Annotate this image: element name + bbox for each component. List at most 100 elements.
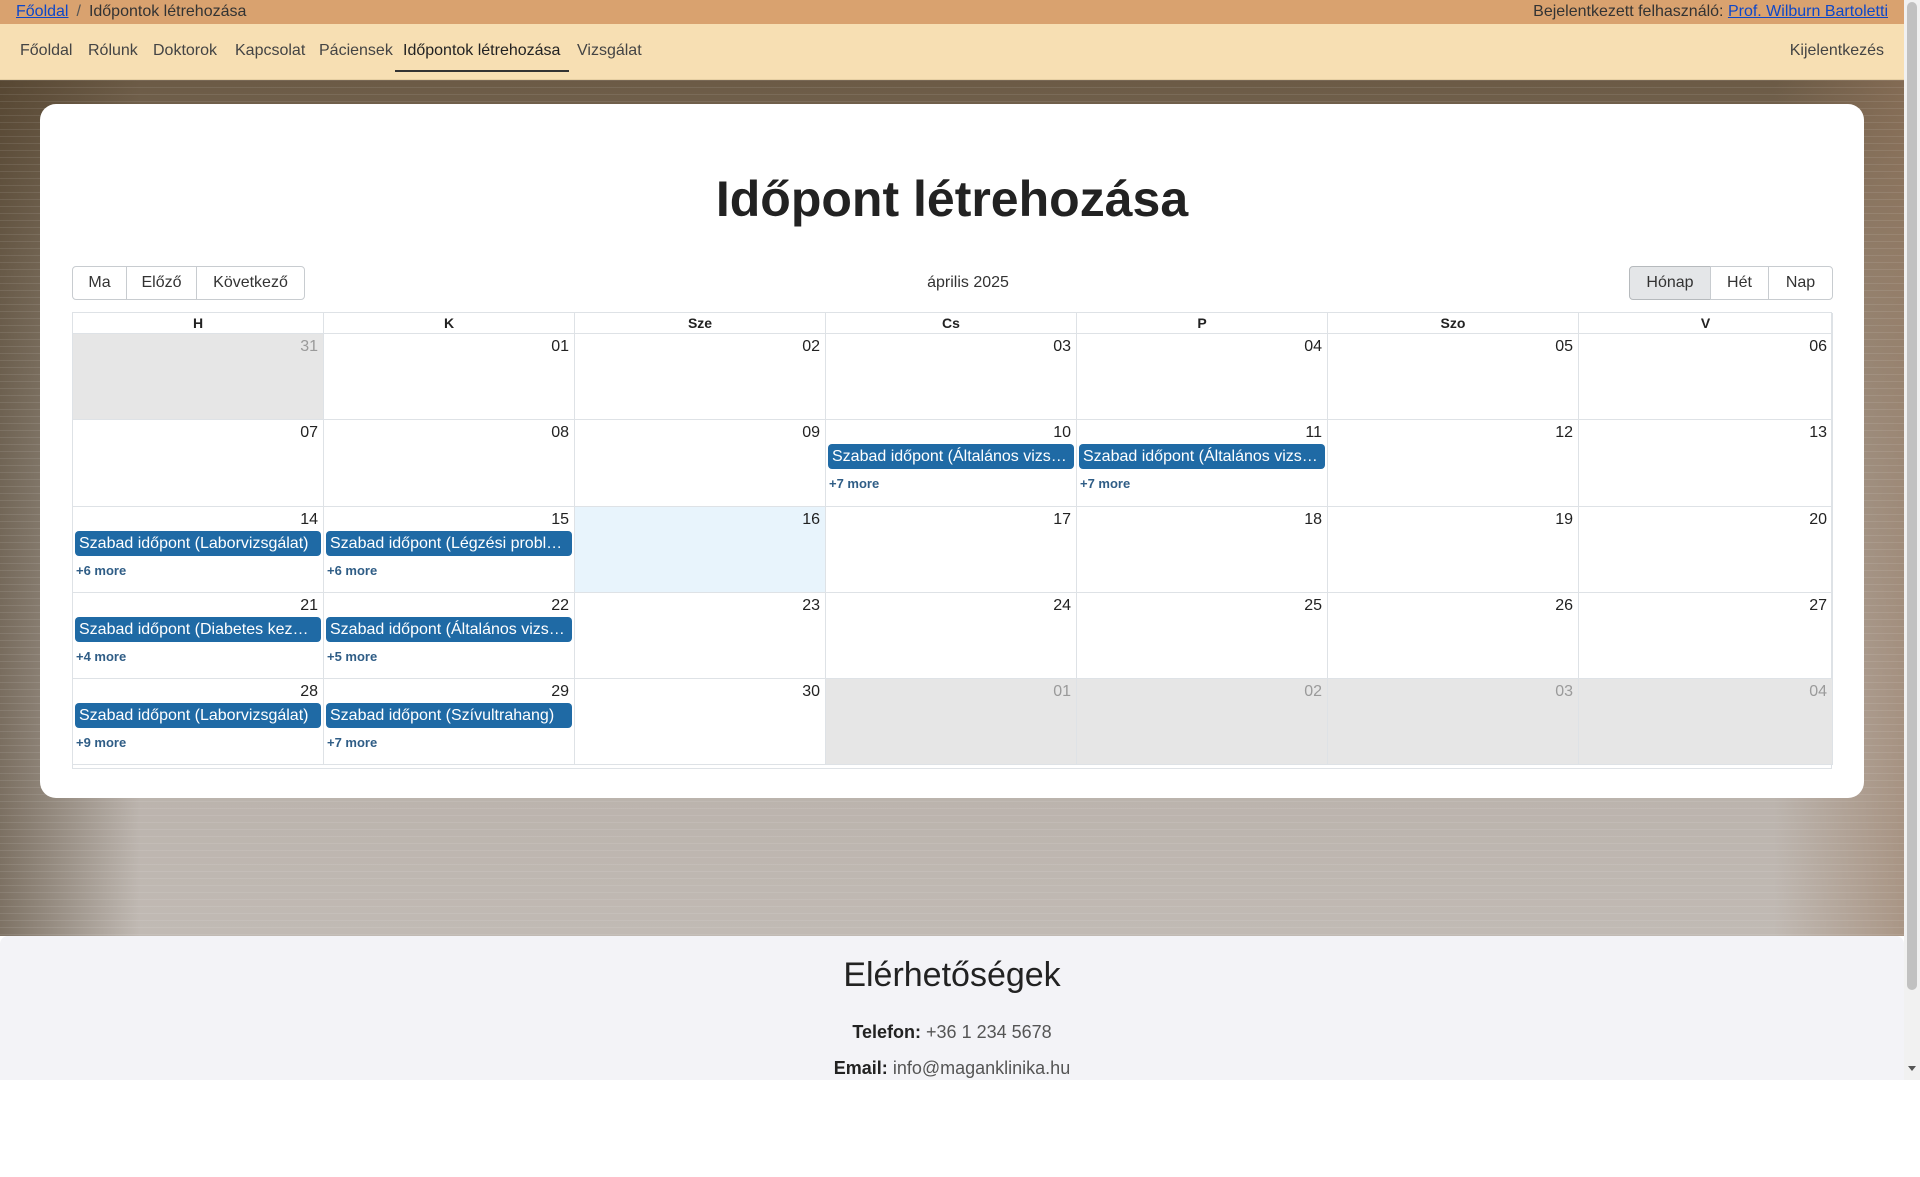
calendar-day-cell[interactable]: 30 — [575, 679, 826, 765]
calendar-event[interactable]: Szabad időpont (Általános vizsgálat) — [326, 617, 572, 642]
day-number[interactable]: 05 — [1555, 338, 1573, 356]
day-number[interactable]: 12 — [1555, 424, 1573, 442]
nav-item-idopontok[interactable]: Időpontok létrehozása — [403, 42, 560, 60]
scrollbar-thumb[interactable] — [1907, 2, 1917, 990]
day-number[interactable]: 18 — [1304, 511, 1322, 529]
day-number[interactable]: 20 — [1809, 511, 1827, 529]
day-number[interactable]: 09 — [802, 424, 820, 442]
more-events-link[interactable]: +7 more — [1080, 476, 1130, 491]
nav-item-vizsgalat[interactable]: Vizsgálat — [577, 42, 642, 60]
calendar-day-cell[interactable]: 21 Szabad időpont (Diabetes kezelés) +4 mo… — [73, 593, 324, 679]
page-scrollbar[interactable] — [1904, 0, 1920, 1080]
logout-link[interactable]: Kijelentkezés — [1790, 42, 1884, 60]
day-number[interactable]: 15 — [551, 511, 569, 529]
more-events-link[interactable]: +6 more — [327, 563, 377, 578]
calendar-event[interactable]: Szabad időpont (Általános vizsgálat) — [828, 444, 1074, 469]
view-day-button[interactable]: Nap — [1768, 266, 1833, 300]
calendar-day-cell[interactable]: 07 — [73, 420, 324, 507]
day-number[interactable]: 25 — [1304, 597, 1322, 615]
day-number[interactable]: 26 — [1555, 597, 1573, 615]
user-profile-link[interactable]: Prof. Wilburn Bartoletti — [1728, 3, 1888, 20]
calendar-day-cell[interactable]: 03 — [1328, 679, 1579, 765]
more-events-link[interactable]: +6 more — [76, 563, 126, 578]
more-events-link[interactable]: +7 more — [327, 735, 377, 750]
view-week-button[interactable]: Hét — [1710, 266, 1769, 300]
calendar-day-cell[interactable]: 09 — [575, 420, 826, 507]
calendar-day-cell[interactable]: 18 — [1077, 507, 1328, 593]
day-number[interactable]: 08 — [551, 424, 569, 442]
calendar-day-cell[interactable]: 29 Szabad időpont (Szívultrahang) +7 more — [324, 679, 575, 765]
calendar-day-cell[interactable]: 01 — [324, 334, 575, 420]
calendar-day-cell[interactable]: 04 — [1579, 679, 1833, 765]
day-number[interactable]: 29 — [551, 683, 569, 701]
calendar-day-cell[interactable]: 15 Szabad időpont (Légzési problémák) +6 m… — [324, 507, 575, 593]
breadcrumb-home-link[interactable]: Főoldal — [16, 3, 68, 20]
day-number[interactable]: 21 — [300, 597, 318, 615]
day-number[interactable]: 02 — [802, 338, 820, 356]
nav-item-doktorok[interactable]: Doktorok — [153, 42, 217, 60]
scroll-down-arrow-icon[interactable] — [1908, 1066, 1916, 1071]
calendar-event[interactable]: Szabad időpont (Laborvizsgálat) — [75, 531, 321, 556]
day-number[interactable]: 30 — [802, 683, 820, 701]
more-events-link[interactable]: +7 more — [829, 476, 879, 491]
nav-item-kapcsolat[interactable]: Kapcsolat — [235, 42, 305, 60]
calendar-day-cell[interactable]: 31 — [73, 334, 324, 420]
calendar-event[interactable]: Szabad időpont (Általános vizsgálat) — [1079, 444, 1325, 469]
calendar-day-cell[interactable]: 03 — [826, 334, 1077, 420]
day-number[interactable]: 03 — [1555, 683, 1573, 701]
calendar-day-cell[interactable]: 04 — [1077, 334, 1328, 420]
calendar-day-cell[interactable]: 20 — [1579, 507, 1833, 593]
day-number[interactable]: 11 — [1305, 424, 1322, 442]
calendar-event[interactable]: Szabad időpont (Légzési problémák) — [326, 531, 572, 556]
more-events-link[interactable]: +5 more — [327, 649, 377, 664]
view-month-button[interactable]: Hónap — [1629, 266, 1711, 300]
calendar-day-cell[interactable]: 11 Szabad időpont (Általános vizsgálat) +7… — [1077, 420, 1328, 507]
day-number[interactable]: 23 — [802, 597, 820, 615]
nav-item-paciensek[interactable]: Páciensek — [319, 42, 393, 60]
day-number[interactable]: 04 — [1809, 683, 1827, 701]
day-number[interactable]: 17 — [1053, 511, 1071, 529]
day-number[interactable]: 22 — [551, 597, 569, 615]
calendar-day-cell[interactable]: 05 — [1328, 334, 1579, 420]
calendar-day-cell[interactable]: 17 — [826, 507, 1077, 593]
day-number[interactable]: 24 — [1053, 597, 1071, 615]
calendar-day-cell[interactable]: 24 — [826, 593, 1077, 679]
calendar-day-cell[interactable]: 26 — [1328, 593, 1579, 679]
calendar-day-cell[interactable]: 19 — [1328, 507, 1579, 593]
day-number[interactable]: 16 — [802, 511, 820, 529]
calendar-day-cell[interactable]: 02 — [575, 334, 826, 420]
more-events-link[interactable]: +4 more — [76, 649, 126, 664]
calendar-day-cell[interactable]: 02 — [1077, 679, 1328, 765]
calendar-day-cell[interactable]: 12 — [1328, 420, 1579, 507]
more-events-link[interactable]: +9 more — [76, 735, 126, 750]
day-number[interactable]: 10 — [1053, 424, 1071, 442]
calendar-day-cell[interactable]: 14 Szabad időpont (Laborvizsgálat) +6 more — [73, 507, 324, 593]
calendar-day-cell[interactable]: 23 — [575, 593, 826, 679]
calendar-day-cell[interactable]: 25 — [1077, 593, 1328, 679]
day-number[interactable]: 04 — [1304, 338, 1322, 356]
calendar-day-cell[interactable]: 10 Szabad időpont (Általános vizsgálat) +7… — [826, 420, 1077, 507]
day-number[interactable]: 03 — [1053, 338, 1071, 356]
day-number[interactable]: 14 — [300, 511, 318, 529]
day-number[interactable]: 28 — [300, 683, 318, 701]
calendar-day-cell[interactable]: 22 Szabad időpont (Általános vizsgálat) +5… — [324, 593, 575, 679]
calendar-day-cell[interactable]: 28 Szabad időpont (Laborvizsgálat) +9 more — [73, 679, 324, 765]
calendar-day-cell[interactable]: 27 — [1579, 593, 1833, 679]
nav-item-rolunk[interactable]: Rólunk — [88, 42, 138, 60]
day-number[interactable]: 31 — [300, 338, 318, 356]
calendar-day-cell-today[interactable]: 16 — [575, 507, 826, 593]
day-number[interactable]: 01 — [551, 338, 569, 356]
day-number[interactable]: 13 — [1809, 424, 1827, 442]
day-number[interactable]: 02 — [1304, 683, 1322, 701]
calendar-event[interactable]: Szabad időpont (Diabetes kezelés) — [75, 617, 321, 642]
day-number[interactable]: 01 — [1053, 683, 1071, 701]
calendar-event[interactable]: Szabad időpont (Laborvizsgálat) — [75, 703, 321, 728]
day-number[interactable]: 06 — [1809, 338, 1827, 356]
calendar-event[interactable]: Szabad időpont (Szívultrahang) — [326, 703, 572, 728]
calendar-day-cell[interactable]: 08 — [324, 420, 575, 507]
calendar-day-cell[interactable]: 13 — [1579, 420, 1833, 507]
day-number[interactable]: 19 — [1555, 511, 1573, 529]
nav-item-fooldal[interactable]: Főoldal — [20, 42, 72, 60]
day-number[interactable]: 07 — [300, 424, 318, 442]
calendar-day-cell[interactable]: 06 — [1579, 334, 1833, 420]
